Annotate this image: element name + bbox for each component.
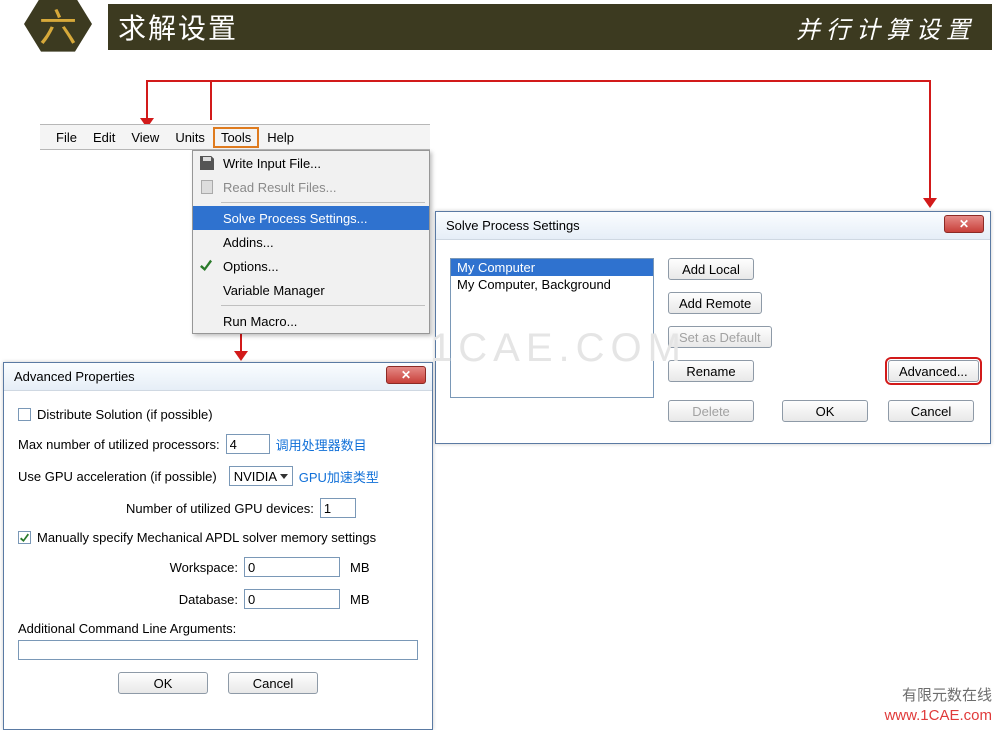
menu-item-label: Read Result Files... — [223, 180, 336, 195]
menu-item-label: Solve Process Settings... — [223, 211, 368, 226]
close-button[interactable]: ✕ — [944, 215, 984, 233]
add-remote-button[interactable]: Add Remote — [668, 292, 762, 314]
menu-write-input[interactable]: Write Input File... — [193, 151, 429, 175]
unit-label: MB — [350, 560, 370, 575]
menu-view[interactable]: View — [123, 128, 167, 147]
hex-badge: 六 — [20, 0, 100, 64]
hex-label: 六 — [39, 0, 77, 52]
menu-item-label: Variable Manager — [223, 283, 325, 298]
menu-run-macro[interactable]: Run Macro... — [193, 309, 429, 333]
close-button[interactable]: ✕ — [386, 366, 426, 384]
close-icon: ✕ — [959, 217, 969, 231]
check-icon — [199, 258, 215, 274]
workspace-label: Workspace: — [166, 560, 238, 575]
gpu-label: Use GPU acceleration (if possible) — [18, 469, 217, 484]
arrow-segment — [929, 80, 931, 200]
cli-input[interactable] — [18, 640, 418, 660]
menu-units[interactable]: Units — [167, 128, 213, 147]
menu-options[interactable]: Options... — [193, 254, 429, 278]
gpu-num-input[interactable] — [320, 498, 356, 518]
menu-bar: File Edit View Units Tools Help — [40, 124, 430, 150]
menu-tools[interactable]: Tools — [213, 127, 259, 148]
menu-separator — [221, 305, 425, 306]
checkbox-label: Distribute Solution (if possible) — [37, 407, 213, 422]
dialog-title: Solve Process Settings — [446, 218, 580, 233]
ok-button[interactable]: OK — [118, 672, 208, 694]
advanced-properties-dialog: Advanced Properties ✕ Distribute Solutio… — [3, 362, 433, 730]
cancel-button[interactable]: Cancel — [228, 672, 318, 694]
checkbox-icon — [18, 408, 31, 421]
database-label: Database: — [166, 592, 238, 607]
cli-label: Additional Command Line Arguments: — [18, 621, 418, 636]
menu-read-results[interactable]: Read Result Files... — [193, 175, 429, 199]
arrow-head-icon — [923, 198, 937, 208]
gpu-select[interactable]: NVIDIA — [229, 466, 293, 486]
advanced-button[interactable]: Advanced... — [888, 360, 979, 382]
header-bar: 求解设置 并行计算设置 — [108, 4, 992, 50]
menu-item-label: Write Input File... — [223, 156, 321, 171]
menu-item-label: Run Macro... — [223, 314, 297, 329]
menu-edit[interactable]: Edit — [85, 128, 123, 147]
tools-dropdown: Write Input File... Read Result Files...… — [192, 150, 430, 334]
dialog-titlebar: Solve Process Settings ✕ — [436, 212, 990, 240]
cancel-button[interactable]: Cancel — [888, 400, 974, 422]
arrow-segment — [146, 80, 931, 82]
delete-button[interactable]: Delete — [668, 400, 754, 422]
watermark-url: www.1CAE.com — [884, 707, 992, 724]
gpu-select-value: NVIDIA — [234, 469, 277, 484]
max-proc-label: Max number of utilized processors: — [18, 437, 220, 452]
watermark-center: 1CAE.COM — [430, 326, 687, 371]
dialog-titlebar: Advanced Properties ✕ — [4, 363, 432, 391]
close-icon: ✕ — [401, 368, 411, 382]
menu-item-label: Options... — [223, 259, 279, 274]
ok-button[interactable]: OK — [782, 400, 868, 422]
arrow-segment — [146, 80, 148, 120]
checkbox-icon — [18, 531, 31, 544]
watermark-bottom: 有限元数在线 www.1CAE.com — [884, 684, 992, 724]
menu-addins[interactable]: Addins... — [193, 230, 429, 254]
watermark-brand: 有限元数在线 — [902, 684, 992, 705]
header-title: 求解设置 — [118, 7, 238, 47]
list-item[interactable]: My Computer, Background — [451, 276, 653, 293]
gpu-note: GPU加速类型 — [299, 467, 379, 486]
menu-solve-process-settings[interactable]: Solve Process Settings... — [193, 206, 429, 230]
gpu-num-label: Number of utilized GPU devices: — [126, 501, 314, 516]
menu-variable-manager[interactable]: Variable Manager — [193, 278, 429, 302]
unit-label: MB — [350, 592, 370, 607]
distribute-checkbox[interactable]: Distribute Solution (if possible) — [18, 407, 213, 422]
disk-icon — [199, 155, 215, 171]
header-subtitle: 并行计算设置 — [796, 10, 976, 45]
arrow-segment — [210, 80, 212, 120]
arrow-head-icon — [234, 351, 248, 361]
max-proc-note: 调用处理器数目 — [276, 435, 367, 454]
chevron-down-icon — [280, 474, 288, 479]
workspace-input[interactable] — [244, 557, 340, 577]
document-icon — [199, 179, 215, 195]
database-input[interactable] — [244, 589, 340, 609]
memory-checkbox[interactable]: Manually specify Mechanical APDL solver … — [18, 530, 376, 545]
menu-item-label: Addins... — [223, 235, 274, 250]
max-proc-input[interactable] — [226, 434, 270, 454]
dialog-title: Advanced Properties — [14, 369, 135, 384]
menu-file[interactable]: File — [48, 128, 85, 147]
menu-help[interactable]: Help — [259, 128, 302, 147]
add-local-button[interactable]: Add Local — [668, 258, 754, 280]
menu-separator — [221, 202, 425, 203]
list-item[interactable]: My Computer — [451, 259, 653, 276]
checkbox-label: Manually specify Mechanical APDL solver … — [37, 530, 376, 545]
